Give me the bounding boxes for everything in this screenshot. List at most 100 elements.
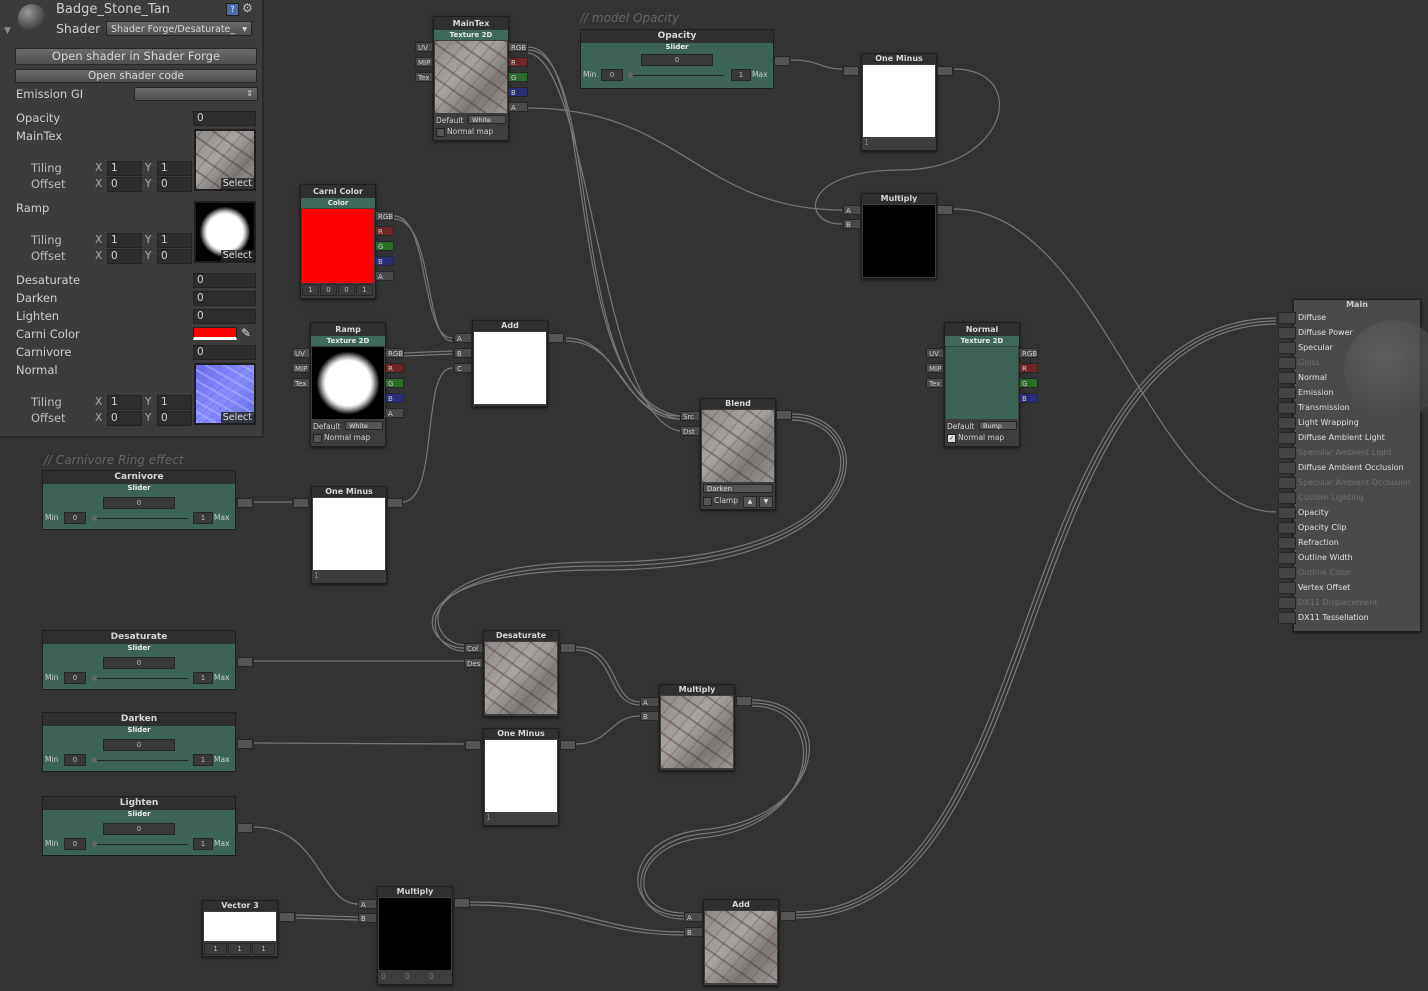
- color-r-value[interactable]: 1: [302, 284, 319, 296]
- ramp-tiling-x[interactable]: 1: [107, 233, 142, 248]
- port-g[interactable]: G: [508, 72, 528, 82]
- node-multiply-top[interactable]: Multiply: [861, 193, 937, 279]
- port-rgb[interactable]: RGB: [385, 348, 404, 358]
- node-multiply-mid[interactable]: Multiply: [659, 684, 735, 771]
- slider-min[interactable]: 0: [64, 512, 86, 524]
- main-input-port[interactable]: [1278, 312, 1296, 324]
- slider-track[interactable]: [629, 75, 724, 76]
- foldout-arrow-icon[interactable]: ▼: [4, 26, 11, 36]
- main-input-row[interactable]: Diffuse Ambient Occlusion: [1278, 461, 1426, 475]
- port-tex[interactable]: Tex: [415, 72, 433, 82]
- main-input-row[interactable]: Diffuse Power: [1278, 326, 1426, 340]
- main-input-row[interactable]: Outline Color: [1278, 566, 1426, 580]
- slider-max[interactable]: 1: [731, 69, 751, 81]
- blend-mode-dropdown[interactable]: Darken: [703, 484, 773, 493]
- help-icon[interactable]: ?: [226, 3, 239, 16]
- main-input-port[interactable]: [1278, 522, 1296, 534]
- main-input-port[interactable]: [1278, 417, 1296, 429]
- normal-thumbnail[interactable]: Select: [194, 363, 256, 425]
- main-input-port[interactable]: [1278, 327, 1296, 339]
- open-shader-forge-button[interactable]: Open shader in Shader Forge: [15, 48, 257, 65]
- normal-offset-y[interactable]: 0: [157, 411, 192, 426]
- main-input-row[interactable]: Normal: [1278, 371, 1426, 385]
- port-r[interactable]: R: [375, 226, 394, 236]
- gear-icon[interactable]: ⚙: [242, 1, 253, 15]
- vector3-x[interactable]: 1: [204, 943, 227, 955]
- ramp-thumbnail[interactable]: Select: [194, 201, 256, 263]
- main-input-port[interactable]: [1278, 342, 1296, 354]
- port-a[interactable]: A: [385, 408, 404, 418]
- emission-gi-dropdown[interactable]: ⇕: [134, 87, 258, 101]
- main-input-row[interactable]: Emission: [1278, 386, 1426, 400]
- port-rgb[interactable]: RGB: [508, 42, 528, 52]
- main-input-row[interactable]: Diffuse Ambient Light: [1278, 431, 1426, 445]
- port-rgb[interactable]: RGB: [375, 211, 394, 221]
- maintex-select-button[interactable]: Select: [220, 178, 254, 189]
- slider-value[interactable]: 0: [641, 54, 713, 66]
- maintex-offset-x[interactable]: 0: [107, 177, 142, 192]
- default-dropdown[interactable]: Bump: [979, 421, 1017, 430]
- slider-thumb[interactable]: [92, 841, 97, 847]
- port-b[interactable]: B: [508, 87, 528, 97]
- slider-value[interactable]: 0: [103, 497, 175, 509]
- slider-min[interactable]: 0: [64, 838, 86, 850]
- slider-track[interactable]: [93, 844, 188, 845]
- port-out[interactable]: [774, 56, 790, 66]
- slider-thumb[interactable]: [92, 515, 97, 521]
- maintex-tiling-x[interactable]: 1: [107, 161, 142, 176]
- port-out[interactable]: [237, 739, 253, 749]
- node-desaturate-slider[interactable]: Desaturate Slider 0 Min 0 1 Max: [42, 630, 236, 690]
- port-mip[interactable]: MIP: [926, 363, 944, 373]
- port-tex[interactable]: Tex: [926, 378, 944, 388]
- node-vector3[interactable]: Vector 3 1 1 1: [202, 900, 278, 957]
- node-add-top[interactable]: Add: [472, 320, 548, 407]
- port-out[interactable]: [237, 823, 253, 833]
- main-input-row[interactable]: Refraction: [1278, 536, 1426, 550]
- default-dropdown[interactable]: White: [345, 421, 383, 430]
- main-input-row[interactable]: Vertex Offset: [1278, 581, 1426, 595]
- port-b[interactable]: B: [454, 348, 472, 358]
- main-input-row[interactable]: Transmission: [1278, 401, 1426, 415]
- port-b[interactable]: B: [1019, 393, 1038, 403]
- node-desaturate[interactable]: Desaturate: [483, 630, 559, 717]
- main-input-row[interactable]: Opacity Clip: [1278, 521, 1426, 535]
- main-input-port[interactable]: [1278, 537, 1296, 549]
- clamp-checkbox[interactable]: Clamp: [703, 496, 738, 506]
- port-a[interactable]: A: [640, 697, 659, 707]
- main-input-port[interactable]: [1278, 402, 1296, 414]
- main-input-row[interactable]: Specular Ambient Occlusion: [1278, 476, 1426, 490]
- port-a[interactable]: A: [358, 899, 377, 909]
- color-preview[interactable]: [302, 209, 374, 283]
- shader-dropdown[interactable]: Shader Forge/Desaturate_ ▾: [106, 21, 252, 36]
- open-shader-code-button[interactable]: Open shader code: [15, 69, 257, 83]
- port-b[interactable]: B: [375, 256, 394, 266]
- main-input-row[interactable]: Diffuse: [1278, 311, 1426, 325]
- normal-map-checkbox[interactable]: Normal map: [436, 127, 493, 137]
- port-out[interactable]: [780, 911, 796, 921]
- node-blend[interactable]: Blend Darken Clamp ▲ ▼: [700, 398, 776, 510]
- color-g-value[interactable]: 0: [320, 284, 337, 296]
- port-mip[interactable]: MIP: [292, 363, 310, 373]
- slider-max[interactable]: 1: [193, 512, 213, 524]
- maintex-offset-y[interactable]: 0: [157, 177, 192, 192]
- port-src[interactable]: Src: [680, 411, 700, 421]
- lighten-field[interactable]: 0: [193, 309, 256, 324]
- port-dst[interactable]: Dst: [680, 426, 700, 436]
- node-carnivore-slider[interactable]: Carnivore Slider 0 Min 0 1 Max: [42, 470, 236, 530]
- normal-map-checkbox[interactable]: Normal map: [313, 433, 370, 443]
- slider-track[interactable]: [93, 518, 188, 519]
- main-input-row[interactable]: DX11 Displacement: [1278, 596, 1426, 610]
- port-a[interactable]: A: [454, 333, 472, 343]
- slider-thumb[interactable]: [92, 757, 97, 763]
- port-in[interactable]: [293, 498, 309, 508]
- ramp-tiling-y[interactable]: 1: [157, 233, 192, 248]
- main-input-port[interactable]: [1278, 582, 1296, 594]
- port-b[interactable]: B: [684, 927, 703, 937]
- port-a[interactable]: A: [508, 102, 528, 112]
- port-a[interactable]: A: [843, 205, 861, 215]
- main-input-port[interactable]: [1278, 567, 1296, 579]
- main-input-row[interactable]: Specular Ambient Light: [1278, 446, 1426, 460]
- port-b[interactable]: B: [843, 219, 861, 229]
- main-input-row[interactable]: Opacity: [1278, 506, 1426, 520]
- port-uv[interactable]: UV: [926, 348, 944, 358]
